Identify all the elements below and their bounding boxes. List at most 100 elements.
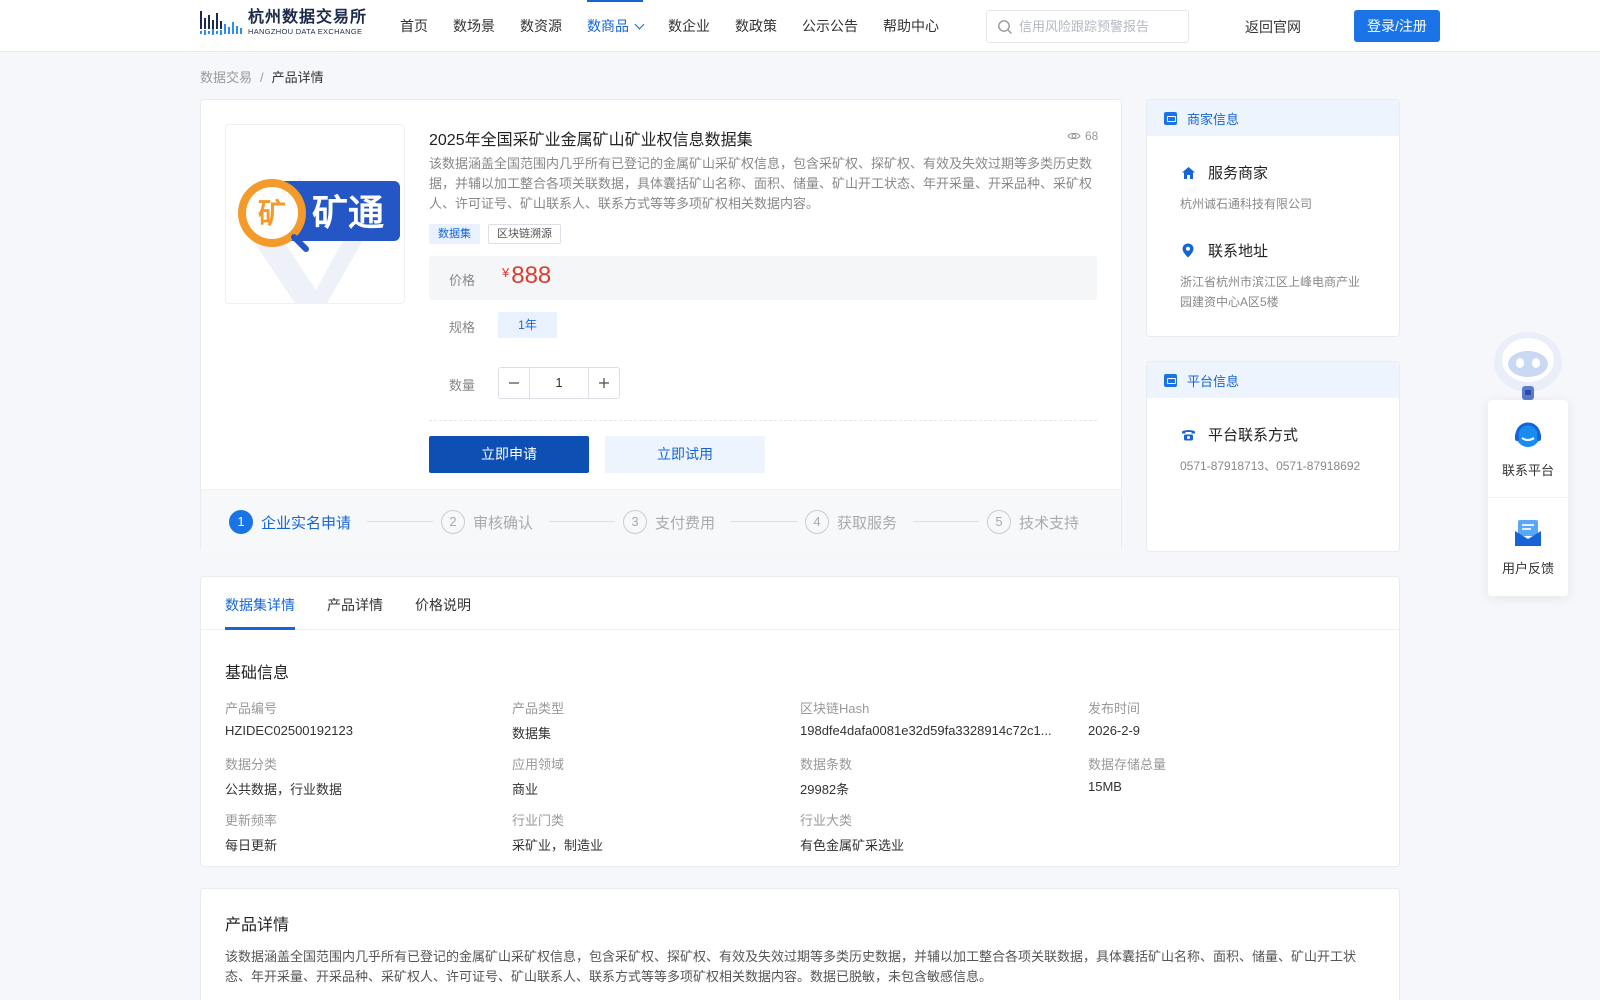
contact-platform-button[interactable]: 联系平台 xyxy=(1488,419,1568,479)
assistant-robot[interactable] xyxy=(1488,326,1568,400)
minus-icon xyxy=(509,382,519,384)
service-merchant-heading: 服务商家 xyxy=(1180,162,1268,183)
search-box[interactable] xyxy=(986,10,1189,43)
tag-dataset: 数据集 xyxy=(429,224,480,244)
currency-symbol: ¥ xyxy=(502,265,510,280)
info-industry-category: 行业大类 有色金属矿采选业 xyxy=(800,810,1070,854)
tab-product-details[interactable]: 产品详情 xyxy=(327,595,383,615)
breadcrumb-separator: / xyxy=(260,70,264,85)
info-publish-date: 发布时间 2026-2-9 xyxy=(1088,698,1358,738)
nav-item-resources[interactable]: 数资源 xyxy=(520,0,562,52)
info-key: 数据存储总量 xyxy=(1088,757,1167,772)
step-1-number: 1 xyxy=(229,510,253,534)
product-image: 矿 矿通 xyxy=(225,124,405,304)
floating-service-panel: 联系平台 用户反馈 xyxy=(1488,400,1568,596)
info-key: 产品类型 xyxy=(512,701,565,716)
info-value: 有色金属矿采选业 xyxy=(800,838,905,853)
platform-info-header: 平台信息 xyxy=(1147,362,1399,398)
step-1: 1 企业实名申请 xyxy=(229,510,351,534)
merchant-info-header: 商家信息 xyxy=(1147,100,1399,136)
contact-address-label: 联系地址 xyxy=(1208,243,1269,260)
info-key: 产品编号 xyxy=(225,701,278,716)
info-value: 每日更新 xyxy=(225,838,278,853)
logo-subtitle: HANGZHOU DATA EXCHANGE xyxy=(248,27,363,36)
tab-dataset-details[interactable]: 数据集详情 xyxy=(225,595,295,615)
nav-item-products[interactable]: 数商品 xyxy=(587,0,645,52)
info-update-frequency: 更新频率 每日更新 xyxy=(225,810,495,854)
step-5-label: 技术支持 xyxy=(1019,514,1080,532)
info-value: 商业 xyxy=(512,782,539,797)
logo[interactable]: 杭州数据交易所 HANGZHOU DATA EXCHANGE xyxy=(200,9,367,37)
nav-item-announcements[interactable]: 公示公告 xyxy=(802,0,858,52)
eye-icon xyxy=(1067,132,1081,140)
platform-info-card: 平台信息 平台联系方式 0571-87918713、0571-87918692 xyxy=(1146,361,1400,552)
price-amount: 888 xyxy=(511,262,552,289)
info-key: 应用领域 xyxy=(512,757,565,772)
back-to-site-link[interactable]: 返回官网 xyxy=(1245,17,1301,37)
step-4-number: 4 xyxy=(805,510,829,534)
info-key: 行业门类 xyxy=(512,813,565,828)
info-key: 更新频率 xyxy=(225,813,278,828)
quantity-label: 数量 xyxy=(449,378,476,393)
info-value: 198dfe4dafa0081e32d59fa3328914c72c1... xyxy=(800,723,1052,738)
login-register-button[interactable]: 登录/注册 xyxy=(1354,10,1440,42)
view-count-value: 68 xyxy=(1085,129,1099,143)
step-2-label: 审核确认 xyxy=(473,514,534,532)
product-logo-left-text: 矿 xyxy=(258,197,286,230)
breadcrumb-root[interactable]: 数据交易 xyxy=(200,70,252,85)
step-connector xyxy=(913,521,979,522)
step-3-label: 支付费用 xyxy=(655,514,716,532)
step-3: 3 支付费用 xyxy=(623,510,715,534)
basic-info-title: 基础信息 xyxy=(225,665,290,682)
price-value: ¥888 xyxy=(502,262,551,290)
tab-price-info[interactable]: 价格说明 xyxy=(415,595,471,615)
user-feedback-button[interactable]: 用户反馈 xyxy=(1488,517,1568,577)
location-pin-icon xyxy=(1182,243,1194,258)
info-data-category: 数据分类 公共数据，行业数据 xyxy=(225,754,495,798)
step-2-number: 2 xyxy=(441,510,465,534)
store-icon xyxy=(1164,111,1177,125)
step-5-number: 5 xyxy=(987,510,1011,534)
info-product-type: 产品类型 数据集 xyxy=(512,698,782,742)
step-4-label: 获取服务 xyxy=(837,514,898,532)
quantity-decrease-button[interactable] xyxy=(499,368,530,398)
quantity-value[interactable]: 1 xyxy=(530,368,588,398)
quantity-increase-button[interactable] xyxy=(588,368,619,398)
feedback-mail-icon xyxy=(1515,520,1541,546)
info-value: 采矿业，制造业 xyxy=(512,838,604,853)
nav-item-home[interactable]: 首页 xyxy=(400,0,428,52)
info-value: 数据集 xyxy=(512,726,552,741)
platform-info-title: 平台信息 xyxy=(1187,373,1240,389)
top-header: 杭州数据交易所 HANGZHOU DATA EXCHANGE 首页 数场景 数资… xyxy=(0,0,1600,52)
robot-mascot-icon[interactable] xyxy=(1488,326,1568,400)
logo-title: 杭州数据交易所 xyxy=(248,9,368,26)
search-icon[interactable] xyxy=(997,19,1013,35)
home-icon xyxy=(1181,166,1195,179)
tag-blockchain: 区块链溯源 xyxy=(488,224,561,244)
process-steps: 1 企业实名申请 2 审核确认 3 支付费用 4 获取服务 5 技术支持 xyxy=(201,489,1121,552)
step-connector xyxy=(367,521,433,522)
nav-item-help[interactable]: 帮助中心 xyxy=(883,0,939,52)
product-description: 该数据涵盖全国范围内几乎所有已登记的金属矿山采矿权信息，包含采矿权、探矿权、有效… xyxy=(429,156,1093,211)
info-value: HZIDEC02500192123 xyxy=(225,723,353,738)
spec-label: 规格 xyxy=(449,320,476,335)
float-divider xyxy=(1488,497,1568,498)
info-industry-sector: 行业门类采矿业，制造业 xyxy=(512,810,782,854)
platform-contact-value: 0571-87918713、0571-87918692 xyxy=(1180,459,1361,473)
product-detail-title: 产品详情 xyxy=(225,917,290,934)
logo-mark-icon xyxy=(200,11,242,35)
nav-item-scenarios[interactable]: 数场景 xyxy=(453,0,495,52)
spec-option-1-year[interactable]: 1年 xyxy=(498,312,557,338)
info-key: 数据分类 xyxy=(225,757,278,772)
breadcrumb: 数据交易 / 产品详情 xyxy=(200,67,324,86)
search-input[interactable] xyxy=(1019,19,1179,34)
detail-tabs: 数据集详情 产品详情 价格说明 xyxy=(201,577,1399,630)
try-now-button[interactable]: 立即试用 xyxy=(605,436,765,473)
merchant-info-title: 商家信息 xyxy=(1187,111,1240,127)
step-1-label: 企业实名申请 xyxy=(261,514,352,532)
monitor-icon xyxy=(1164,373,1177,387)
apply-now-button[interactable]: 立即申请 xyxy=(429,436,589,473)
active-tab-indicator xyxy=(225,627,295,630)
nav-item-enterprises[interactable]: 数企业 xyxy=(668,0,710,52)
nav-item-policies[interactable]: 数政策 xyxy=(735,0,777,52)
